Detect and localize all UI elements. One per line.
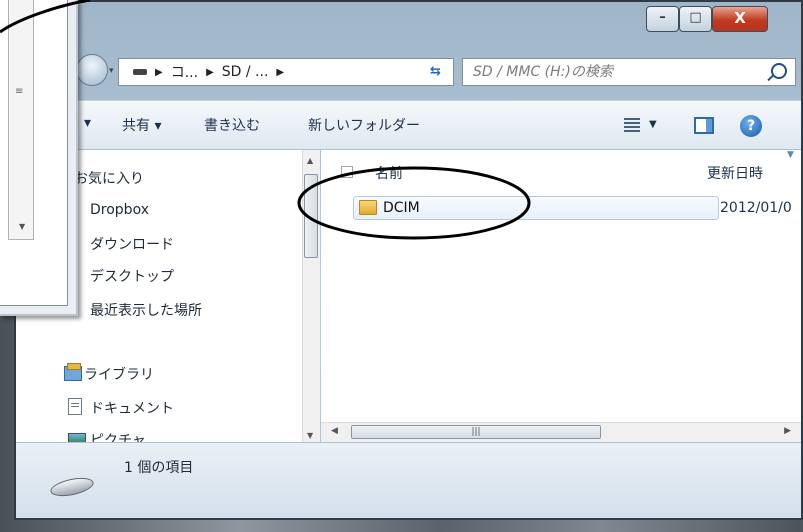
new-folder-button[interactable]: 新しいフォルダー bbox=[308, 115, 420, 135]
document-icon bbox=[68, 398, 82, 415]
scroll-down-icon[interactable]: ▼ bbox=[307, 431, 313, 440]
nav-item-downloads[interactable]: ダウンロード bbox=[90, 234, 174, 254]
chevron-right-icon[interactable]: ▶ bbox=[276, 67, 284, 78]
refresh-icon[interactable]: ⇆ bbox=[430, 64, 441, 79]
background-scrollbar[interactable]: ≡ ▼ bbox=[8, 0, 34, 240]
item-count: 1 個の項目 bbox=[124, 460, 194, 476]
content-hscrollbar[interactable]: ◀ ||| ▶ bbox=[321, 422, 801, 442]
file-list: 名前 更新日時 ▼ DCIM 2012/01/0 bbox=[321, 150, 801, 422]
address-bar[interactable]: ▶ コ... ▶ SD / ... ▶ ▼ bbox=[118, 58, 521, 86]
file-date: 2012/01/0 bbox=[720, 200, 792, 216]
nav-favorites[interactable]: お気に入り bbox=[74, 168, 144, 188]
nav-item-desktop[interactable]: デスクトップ bbox=[90, 266, 174, 286]
details-pane: 1 個の項目 bbox=[16, 442, 801, 518]
scroll-down-icon[interactable]: ▼ bbox=[19, 222, 25, 231]
recent-pages-dropdown-icon[interactable]: ▾ bbox=[109, 66, 114, 76]
close-button[interactable]: X bbox=[712, 6, 768, 32]
drive-breadcrumb-icon bbox=[133, 69, 147, 75]
minimize-button[interactable]: – bbox=[646, 6, 679, 32]
sort-indicator-icon: ▼ bbox=[787, 150, 794, 160]
select-all-checkbox[interactable] bbox=[341, 166, 353, 178]
column-header-date[interactable]: 更新日時 bbox=[707, 163, 763, 183]
nav-libraries-label: ライブラリ bbox=[84, 367, 154, 383]
column-header-name[interactable]: 名前 bbox=[375, 163, 403, 183]
search-icon[interactable] bbox=[771, 63, 787, 79]
burn-button[interactable]: 書き込む bbox=[204, 115, 260, 135]
chevron-right-icon[interactable]: ▶ bbox=[155, 67, 163, 78]
organize-dropdown-icon[interactable]: ▾ bbox=[84, 115, 91, 131]
scroll-right-icon[interactable]: ▶ bbox=[784, 426, 791, 436]
command-bar: ▾ 共有 ▾ 書き込む 新しいフォルダー ▼ ? bbox=[16, 100, 801, 150]
content-hscroll-thumb[interactable]: ||| bbox=[351, 425, 601, 439]
preview-pane-icon[interactable] bbox=[694, 117, 714, 134]
help-icon[interactable]: ? bbox=[740, 115, 762, 137]
library-icon bbox=[64, 363, 82, 381]
explorer-window: – □ X ▾ ▶ コ... ▶ SD / ... ▶ ▼ ⇆ SD / MMC… bbox=[14, 0, 803, 520]
maximize-button[interactable]: □ bbox=[679, 6, 712, 32]
back-forward-button[interactable] bbox=[76, 54, 108, 86]
nav-documents-label: ドキュメント bbox=[90, 401, 174, 417]
folder-icon bbox=[359, 200, 377, 215]
scroll-left-icon[interactable]: ◀ bbox=[331, 426, 338, 436]
share-button[interactable]: 共有 ▾ bbox=[122, 115, 161, 135]
search-input[interactable]: SD / MMC (H:)の検索 bbox=[462, 58, 796, 86]
removable-drive-icon bbox=[48, 474, 96, 500]
nav-libraries[interactable]: ライブラリ bbox=[64, 363, 154, 384]
chevron-right-icon[interactable]: ▶ bbox=[206, 67, 214, 78]
nav-scroll-thumb[interactable] bbox=[304, 174, 318, 258]
breadcrumb-sd[interactable]: SD / ... bbox=[222, 64, 269, 80]
view-dropdown-icon[interactable]: ▼ bbox=[649, 119, 657, 130]
nav-item-recent[interactable]: 最近表示した場所 bbox=[90, 300, 202, 320]
background-window-pane: ≡ ▼ bbox=[0, 0, 68, 306]
file-name[interactable]: DCIM bbox=[383, 200, 420, 216]
scroll-up-icon[interactable]: ▲ bbox=[307, 156, 313, 165]
nav-scrollbar[interactable]: ▲ ▼ bbox=[302, 150, 320, 446]
view-options-icon[interactable] bbox=[624, 118, 640, 132]
nav-item-documents[interactable]: ドキュメント bbox=[68, 398, 174, 418]
scroll-grip-icon: ≡ bbox=[15, 86, 24, 97]
background-window: ≡ ▼ bbox=[0, 0, 78, 316]
nav-item-dropbox[interactable]: Dropbox bbox=[90, 202, 149, 218]
breadcrumb-computer[interactable]: コ... bbox=[171, 62, 198, 82]
